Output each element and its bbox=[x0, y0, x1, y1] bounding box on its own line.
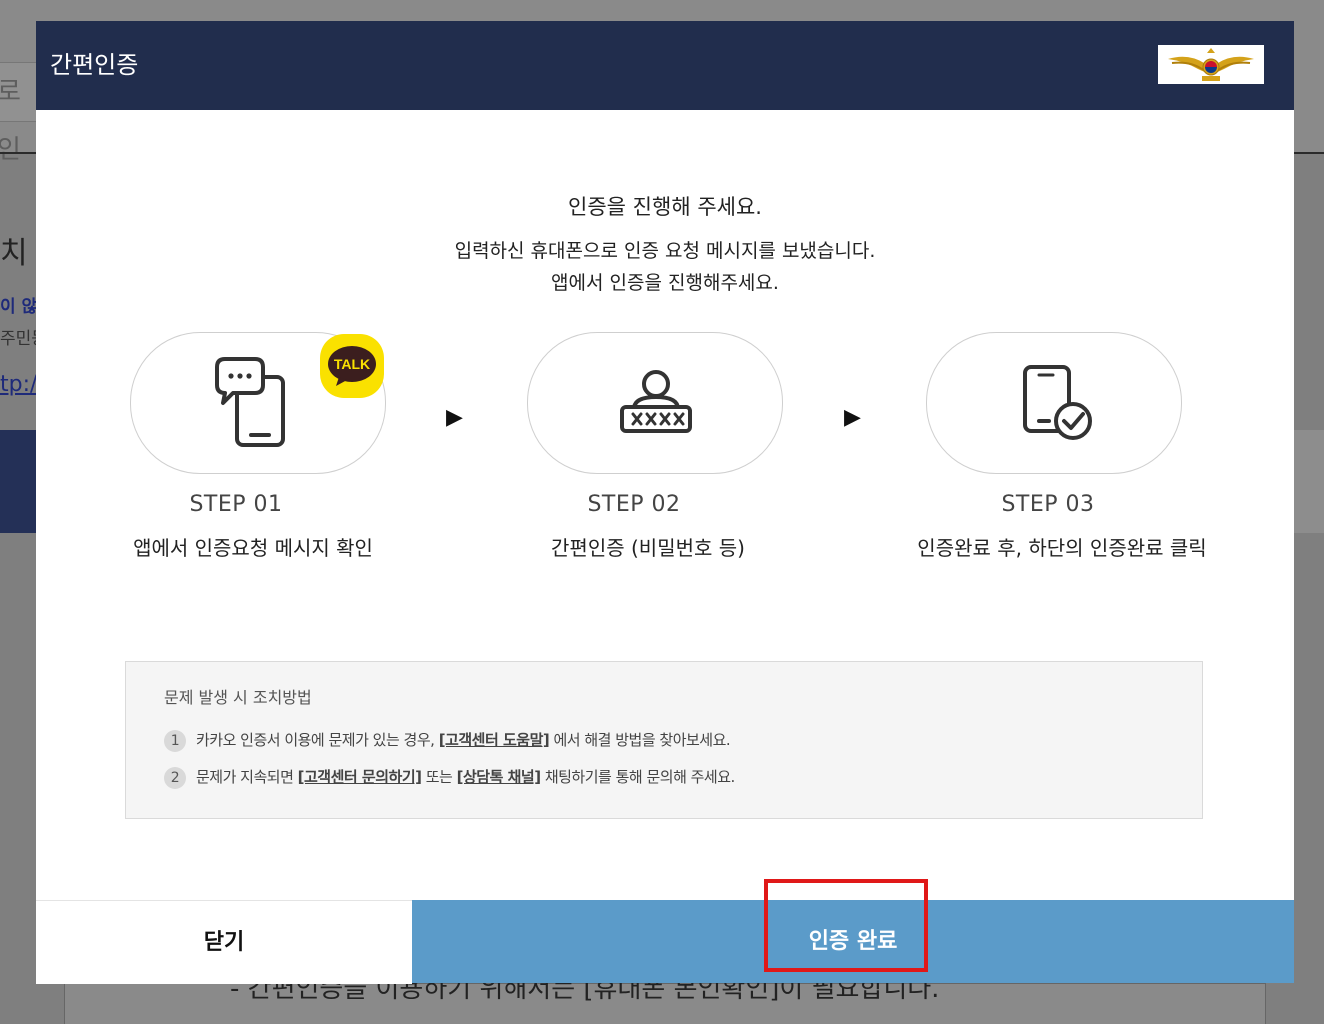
step-2-description: 간편인증 (비밀번호 등) bbox=[551, 536, 745, 560]
modal-title: 간편인증 bbox=[50, 51, 139, 79]
step-3-card bbox=[926, 332, 1182, 474]
step-arrow: ▶ bbox=[446, 405, 463, 430]
auth-modal: 간편인증 인증을 진행해 주세요. 입력하신 휴대폰으로 인증 요청 메시지를 … bbox=[36, 21, 1294, 984]
step-1-description: 앱에서 인증요청 메시지 확인 bbox=[133, 536, 373, 560]
chat-channel-link[interactable]: [상담톡 채널] bbox=[457, 768, 541, 786]
help-text: 문제가 지속되면 bbox=[196, 768, 298, 786]
kakao-talk-badge-text: TALK bbox=[334, 356, 370, 372]
step-2-label: STEP 02 bbox=[587, 492, 681, 517]
background-text: 치 bbox=[0, 236, 28, 271]
item-number: 2 bbox=[164, 766, 186, 789]
contact-center-link[interactable]: [고객센터 문의하기] bbox=[298, 768, 422, 786]
close-button[interactable]: 닫기 bbox=[36, 900, 412, 984]
troubleshooting-item: 1 카카오 인증서 이용에 문제가 있는 경우, [고객센터 도움말] 에서 해결… bbox=[164, 729, 731, 752]
intro-message: 입력하신 휴대폰으로 인증 요청 메시지를 보냈습니다. 앱에서 인증을 진행해… bbox=[36, 235, 1294, 299]
item-number: 1 bbox=[164, 729, 186, 752]
phone-chat-icon bbox=[215, 357, 285, 447]
step-3-label: STEP 03 bbox=[1001, 492, 1095, 517]
background-banner bbox=[0, 430, 36, 533]
background-banner bbox=[1294, 430, 1324, 533]
intro-title: 인증을 진행해 주세요. bbox=[568, 195, 762, 219]
background-text: 주민등 bbox=[0, 329, 36, 349]
step-1-label: STEP 01 bbox=[189, 492, 283, 517]
help-text: 채팅하기를 통해 문의해 주세요. bbox=[540, 768, 735, 786]
help-center-link[interactable]: [고객센터 도움말] bbox=[439, 731, 550, 749]
help-text: 또는 bbox=[421, 768, 457, 786]
background-text: 이 않 bbox=[0, 297, 36, 317]
modal-header: 간편인증 bbox=[36, 21, 1294, 110]
step-1-card: TALK bbox=[130, 332, 386, 474]
intro-line: 입력하신 휴대폰으로 인증 요청 메시지를 보냈습니다. bbox=[454, 240, 876, 262]
phone-check-icon bbox=[1023, 365, 1092, 440]
troubleshooting-item: 2 문제가 지속되면 [고객센터 문의하기] 또는 [상담톡 채널] 채팅하기를 … bbox=[164, 766, 735, 789]
kakao-talk-icon: TALK bbox=[320, 334, 384, 398]
help-text: 카카오 인증서 이용에 문제가 있는 경우, bbox=[196, 731, 439, 749]
police-emblem-icon bbox=[1158, 45, 1264, 84]
troubleshooting-title: 문제 발생 시 조치방법 bbox=[164, 688, 312, 707]
help-text: 에서 해결 방법을 찾아보세요. bbox=[549, 731, 731, 749]
troubleshooting-box: 문제 발생 시 조치방법 1 카카오 인증서 이용에 문제가 있는 경우, [고객… bbox=[125, 661, 1203, 819]
step-3-description: 인증완료 후, 하단의 인증완료 클릭 bbox=[917, 536, 1207, 560]
step-2-card bbox=[527, 332, 783, 474]
intro-line: 앱에서 인증을 진행해주세요. bbox=[551, 272, 779, 294]
background-input: 로 인 bbox=[0, 62, 38, 165]
highlight-box bbox=[764, 879, 928, 972]
user-password-icon bbox=[620, 370, 692, 433]
background-link: tp:/ bbox=[0, 372, 36, 397]
intro-section: 인증을 진행해 주세요. 입력하신 휴대폰으로 인증 요청 메시지를 보냈습니다… bbox=[36, 189, 1294, 299]
step-arrow: ▶ bbox=[844, 405, 861, 430]
